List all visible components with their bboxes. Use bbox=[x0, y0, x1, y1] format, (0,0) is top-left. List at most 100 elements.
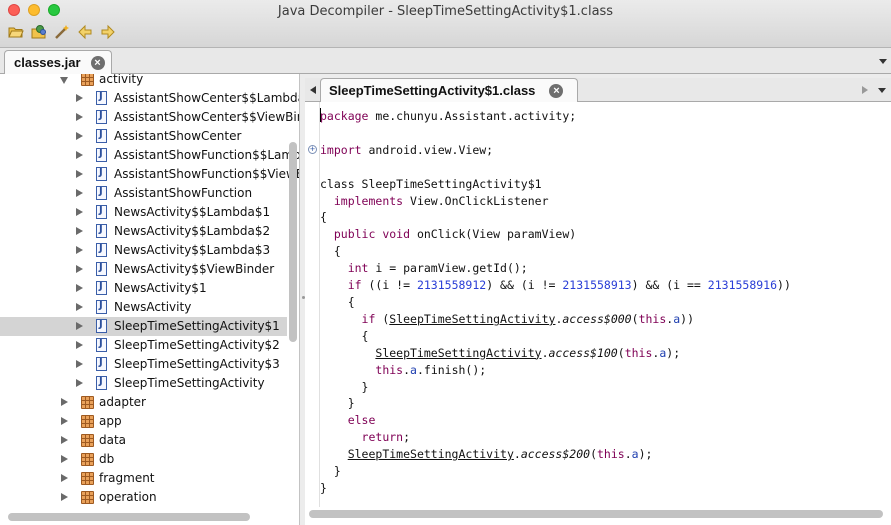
collapsed-chevron-icon[interactable] bbox=[76, 341, 83, 349]
tree-node-label: NewsActivity bbox=[114, 300, 192, 314]
tree-class-node[interactable]: AssistantShowFunction$$ViewBi bbox=[0, 165, 299, 184]
tree-class-node[interactable]: NewsActivity$$ViewBinder bbox=[0, 260, 287, 279]
collapsed-chevron-icon[interactable] bbox=[76, 265, 83, 273]
tree-node-label: AssistantShowFunction bbox=[114, 186, 253, 200]
code-field: a bbox=[631, 447, 639, 462]
code-keyword: this bbox=[638, 311, 667, 326]
tree-class-node[interactable]: SleepTimeSettingActivity$1 bbox=[0, 317, 287, 336]
tree-package-node[interactable]: operation bbox=[0, 488, 287, 507]
code-keyword: int bbox=[347, 261, 369, 276]
tree-class-node[interactable]: AssistantShowFunction bbox=[0, 184, 287, 203]
class-file-icon bbox=[96, 186, 107, 200]
tree-node-label: AssistantShowCenter$$ViewBind bbox=[114, 110, 300, 124]
package-icon bbox=[81, 74, 94, 86]
collapsed-chevron-icon[interactable] bbox=[61, 417, 68, 425]
expand-imports-icon[interactable]: + bbox=[308, 145, 317, 154]
tree-class-node[interactable]: SleepTimeSettingActivity$2 bbox=[0, 336, 287, 355]
code-class-ref: SleepTimeSettingActivity bbox=[375, 345, 542, 360]
class-file-icon bbox=[96, 129, 107, 143]
package-icon bbox=[81, 472, 94, 485]
collapsed-chevron-icon[interactable] bbox=[61, 455, 68, 463]
scroll-tabs-left-icon[interactable] bbox=[310, 86, 316, 94]
collapsed-chevron-icon[interactable] bbox=[61, 474, 68, 482]
package-tree[interactable]: operation fragment db data app adapter SleepTi… bbox=[0, 74, 300, 525]
decompiled-source[interactable]: package me.chunyu.Assistant.activity; im… bbox=[320, 108, 791, 497]
code-field: a bbox=[410, 362, 417, 377]
editor-tab-bar: SleepTimeSettingActivity$1.class × bbox=[305, 78, 891, 102]
tree-horizontal-scrollbar[interactable] bbox=[8, 513, 250, 521]
collapsed-chevron-icon[interactable] bbox=[76, 208, 83, 216]
tree-class-node[interactable]: AssistantShowCenter$$ViewBind bbox=[0, 108, 299, 127]
collapsed-chevron-icon[interactable] bbox=[76, 379, 83, 387]
code-text: class SleepTimeSettingActivity$1 bbox=[320, 176, 542, 191]
tree-node-label: NewsActivity$$Lambda$1 bbox=[114, 205, 271, 219]
tree-node-label: AssistantShowCenter bbox=[114, 129, 242, 143]
collapsed-chevron-icon[interactable] bbox=[76, 151, 83, 159]
collapsed-chevron-icon[interactable] bbox=[76, 94, 83, 102]
class-file-icon bbox=[96, 148, 107, 162]
tree-node-label: data bbox=[99, 433, 127, 447]
forward-arrow-icon[interactable] bbox=[100, 24, 116, 40]
expanded-chevron-icon[interactable] bbox=[60, 77, 68, 84]
code-text: me.chunyu.Assistant.activity; bbox=[368, 109, 577, 123]
tree-node-label: NewsActivity$$Lambda$3 bbox=[114, 243, 271, 257]
close-tab-icon[interactable]: × bbox=[90, 55, 105, 70]
tree-class-node[interactable]: NewsActivity$$Lambda$2 bbox=[0, 222, 287, 241]
tree-node-label: activity bbox=[99, 74, 144, 86]
collapsed-chevron-icon[interactable] bbox=[76, 284, 83, 292]
tree-package-node[interactable]: fragment bbox=[0, 469, 287, 488]
collapsed-chevron-icon[interactable] bbox=[76, 322, 83, 330]
tree-package-node[interactable]: adapter bbox=[0, 393, 287, 412]
tree-package-node[interactable]: app bbox=[0, 412, 287, 431]
code-text: } bbox=[320, 379, 369, 394]
open-type-icon[interactable] bbox=[31, 24, 47, 40]
code-text: ) && (i == bbox=[631, 278, 708, 293]
tree-package-node[interactable]: data bbox=[0, 431, 287, 450]
tree-class-node[interactable]: AssistantShowCenter$$Lambda$ bbox=[0, 89, 299, 108]
back-arrow-icon[interactable] bbox=[77, 24, 93, 40]
tree-class-node[interactable]: SleepTimeSettingActivity$3 bbox=[0, 355, 287, 374]
tree-class-node[interactable]: NewsActivity bbox=[0, 298, 287, 317]
class-file-icon bbox=[96, 243, 107, 257]
code-editor[interactable]: + package me.chunyu.Assistant.activity; … bbox=[305, 102, 891, 525]
code-text: . bbox=[513, 447, 521, 462]
collapsed-chevron-icon[interactable] bbox=[61, 436, 68, 444]
collapsed-chevron-icon[interactable] bbox=[76, 170, 83, 178]
tree-class-node[interactable]: AssistantShowCenter bbox=[0, 127, 287, 146]
collapsed-chevron-icon[interactable] bbox=[76, 132, 83, 140]
tab-classes-jar[interactable]: classes.jar × bbox=[4, 50, 112, 74]
tree-class-node[interactable]: AssistantShowFunction$$Lambd bbox=[0, 146, 299, 165]
close-tab-icon[interactable]: × bbox=[549, 83, 564, 98]
code-keyword: this bbox=[597, 447, 625, 462]
tree-class-node[interactable]: NewsActivity$$Lambda$1 bbox=[0, 203, 287, 222]
collapsed-chevron-icon[interactable] bbox=[76, 189, 83, 197]
collapsed-chevron-icon[interactable] bbox=[76, 227, 83, 235]
code-text: } bbox=[320, 480, 327, 495]
tree-node-label: operation bbox=[99, 490, 157, 504]
open-folder-icon[interactable] bbox=[8, 24, 24, 40]
code-horizontal-scrollbar[interactable] bbox=[309, 510, 883, 518]
code-text: ( bbox=[617, 345, 625, 360]
collapsed-chevron-icon[interactable] bbox=[61, 398, 68, 406]
scroll-tabs-right-icon[interactable] bbox=[862, 86, 868, 94]
tree-package-node[interactable]: activity bbox=[0, 74, 287, 89]
wand-icon[interactable] bbox=[54, 24, 70, 40]
collapsed-chevron-icon[interactable] bbox=[76, 113, 83, 121]
collapsed-chevron-icon[interactable] bbox=[76, 246, 83, 254]
tab-sleeptimesettingactivity-1-class[interactable]: SleepTimeSettingActivity$1.class × bbox=[320, 78, 578, 102]
tab-menu-chevron-down-icon[interactable] bbox=[879, 59, 887, 64]
tree-package-node[interactable]: db bbox=[0, 450, 287, 469]
collapsed-chevron-icon[interactable] bbox=[61, 493, 68, 501]
tree-class-node[interactable]: NewsActivity$1 bbox=[0, 279, 287, 298]
collapsed-chevron-icon[interactable] bbox=[76, 303, 83, 311]
editor-tab-menu-chevron-down-icon[interactable] bbox=[878, 88, 886, 93]
tree-class-node[interactable]: NewsActivity$$Lambda$3 bbox=[0, 241, 287, 260]
tree-vertical-scrollbar[interactable] bbox=[289, 142, 297, 342]
collapsed-chevron-icon[interactable] bbox=[76, 360, 83, 368]
tree-class-node[interactable]: SleepTimeSettingActivity bbox=[0, 374, 287, 393]
class-file-icon bbox=[96, 357, 107, 371]
